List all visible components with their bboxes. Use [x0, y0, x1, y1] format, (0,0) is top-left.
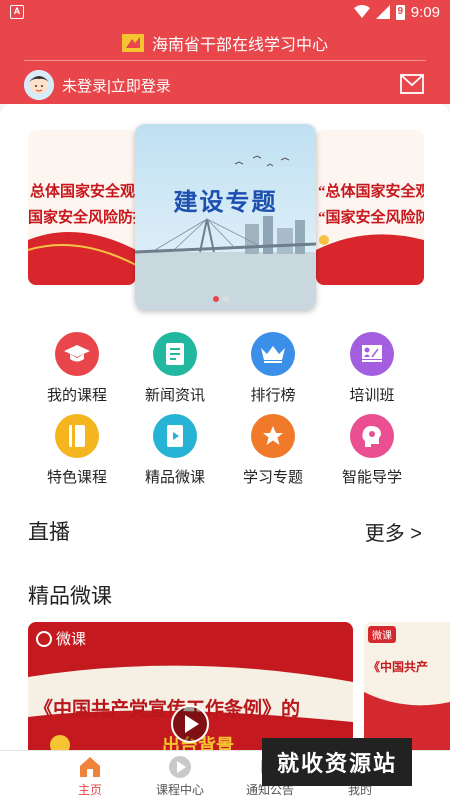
live-section-title: 直播: [28, 521, 70, 544]
grid-label: 排行榜: [250, 387, 296, 404]
app-header: 海南省干部在线学习中心 未登录|立即登录: [0, 24, 450, 104]
chalkboard-icon: [350, 332, 394, 376]
nav-course-center[interactable]: 课程中心: [135, 751, 225, 800]
prev-slide-line-1: 总体国家安全观: [30, 184, 136, 200]
micro-course-logo-icon: [36, 630, 52, 647]
grid-item-micro-courses[interactable]: 精品微课: [125, 414, 225, 487]
banner-caption: 建设专题: [173, 189, 278, 216]
head-brain-icon: [350, 414, 394, 458]
carousel-dot-active[interactable]: [213, 296, 219, 302]
party-logo-icon: [121, 34, 144, 52]
app-title: 海南省干部在线学习中心: [151, 37, 328, 54]
crown-icon: [251, 332, 295, 376]
next-slide-line-1: “总体国家安全观: [318, 184, 424, 200]
next-slide-line-2: “国家安全风险防: [318, 210, 424, 226]
star-icon: [251, 414, 295, 458]
notification-app-icon: A: [10, 5, 24, 19]
nav-home[interactable]: 主页: [45, 751, 135, 800]
clock: 9:09: [410, 3, 440, 21]
title-row: 海南省干部在线学习中心: [0, 30, 450, 56]
course-badge: 微课: [36, 628, 86, 649]
play-tablet-icon: [153, 414, 197, 458]
course-card[interactable]: 微课 《中国共产党宣传工作条例》的 出台背景: [28, 622, 353, 750]
grid-item-news[interactable]: 新闻资讯: [125, 332, 225, 405]
watermark: 就收资源站: [262, 738, 412, 786]
banner-carousel[interactable]: 总体国家安全观 国家安全风险防控 “总体国家安全观 “国家安全风险防: [0, 104, 450, 314]
main-content: 总体国家安全观 国家安全风险防控 “总体国家安全观 “国家安全风险防: [0, 104, 450, 750]
more-link[interactable]: 更多 >: [365, 517, 422, 546]
grid-label: 特色课程: [46, 469, 107, 486]
grid-label: 学习专题: [242, 469, 303, 486]
carousel-dots: [213, 296, 229, 302]
prev-slide-line-2: 国家安全风险防控: [28, 210, 136, 226]
user-avatar-icon: [24, 70, 54, 100]
wifi-icon: [353, 5, 370, 18]
book-icon: [55, 414, 99, 458]
signal-icon: [375, 5, 390, 19]
home-icon: [80, 757, 100, 777]
course-title: 《中国共产: [368, 660, 429, 674]
battery-level: 9: [397, 5, 404, 17]
grid-item-study-topics[interactable]: 学习专题: [223, 414, 323, 487]
course-badge-label: 微课: [56, 631, 87, 648]
status-indicators: 9 9:09: [353, 3, 440, 21]
nav-label: 课程中心: [155, 783, 204, 797]
login-row[interactable]: 未登录|立即登录: [24, 68, 171, 102]
mail-icon[interactable]: [400, 74, 424, 94]
course-badge-label: 微课: [372, 631, 392, 642]
grid-item-smart-guide[interactable]: 智能导学: [322, 414, 422, 487]
graduation-cap-icon: [55, 332, 99, 376]
bridge-scene-image: [135, 124, 316, 310]
grid-item-my-courses[interactable]: 我的课程: [27, 332, 127, 405]
grid-label: 精品微课: [144, 469, 205, 486]
login-link[interactable]: 未登录|立即登录: [62, 75, 171, 96]
nav-label: 主页: [77, 783, 102, 797]
grid-label: 智能导学: [341, 469, 402, 486]
play-button-icon[interactable]: [170, 704, 210, 744]
banner-slide-current[interactable]: 建设专题: [135, 124, 316, 310]
carousel-dot[interactable]: [223, 296, 229, 302]
course-badge: 微课: [368, 626, 396, 643]
status-bar: A 9 9:09: [0, 0, 450, 24]
grid-item-ranking[interactable]: 排行榜: [223, 332, 323, 405]
grid-item-training[interactable]: 培训班: [322, 332, 422, 405]
avatar[interactable]: [24, 70, 54, 100]
course-card[interactable]: 微课 《中国共产: [364, 622, 450, 750]
grid-label: 我的课程: [46, 387, 107, 404]
banner-slide-prev[interactable]: 总体国家安全观 国家安全风险防控: [28, 130, 136, 285]
header-divider: [24, 60, 426, 61]
grid-label: 新闻资讯: [144, 387, 205, 404]
battery-icon: 9: [395, 4, 405, 20]
play-circle-icon: [169, 756, 191, 778]
grid-item-featured-courses[interactable]: 特色课程: [27, 414, 127, 487]
grid-label: 培训班: [349, 387, 395, 404]
banner-slide-next[interactable]: “总体国家安全观 “国家安全风险防: [316, 130, 424, 285]
micro-course-section-title: 精品微课: [28, 585, 112, 608]
document-icon: [153, 332, 197, 376]
